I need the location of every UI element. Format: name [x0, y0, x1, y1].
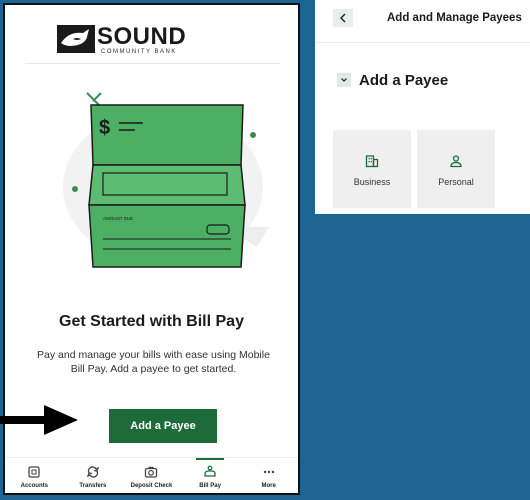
- orca-logo-icon: [57, 25, 95, 53]
- chevron-down-icon: [341, 78, 347, 82]
- check-dollar-sign: $: [99, 117, 110, 139]
- header-divider: [315, 42, 530, 43]
- page-title: Add and Manage Payees: [387, 12, 522, 24]
- tab-label-accounts: Accounts: [20, 483, 48, 489]
- add-payee-button[interactable]: Add a Payee: [109, 409, 217, 443]
- add-manage-payees-panel: Add and Manage Payees Add a Payee Busine…: [315, 0, 530, 214]
- check-amount-label: AMOUNT DUE: [103, 216, 133, 221]
- arrow-pointer-icon: [0, 405, 78, 435]
- payee-type-business[interactable]: Business: [333, 130, 411, 208]
- collapse-section-button[interactable]: [337, 73, 351, 87]
- bank-name: SOUND: [97, 23, 187, 50]
- tab-label-deposit-check: Deposit Check: [130, 483, 173, 489]
- bill-pay-illustration: $ AMOUNT DUE: [63, 92, 269, 268]
- tab-bill-pay[interactable]: Bill Pay: [182, 458, 238, 489]
- bank-subtitle: COMMUNITY BANK: [101, 49, 177, 55]
- tile-label-personal: Personal: [438, 177, 474, 187]
- building-icon: [365, 155, 379, 168]
- person-icon: [450, 155, 462, 168]
- payee-type-personal[interactable]: Personal: [417, 130, 495, 208]
- more-icon: [263, 470, 274, 474]
- bottom-tab-bar: Accounts Transfers Deposit Check Bill Pa…: [5, 457, 298, 493]
- back-button[interactable]: [333, 9, 353, 27]
- tab-label-more: More: [261, 483, 276, 489]
- tab-transfers[interactable]: Transfers: [65, 458, 121, 489]
- onboarding-title: Get Started with Bill Pay: [59, 313, 244, 330]
- tab-label-bill-pay: Bill Pay: [199, 483, 221, 489]
- camera-icon: [145, 466, 158, 478]
- tab-accounts[interactable]: Accounts: [6, 458, 62, 489]
- section-title: Add a Payee: [359, 72, 449, 89]
- accounts-icon: [28, 466, 40, 478]
- onboarding-description: Pay and manage your bills with ease usin…: [37, 349, 270, 375]
- tab-deposit-check[interactable]: Deposit Check: [123, 458, 179, 489]
- chevron-left-icon: [340, 13, 346, 23]
- tab-label-transfers: Transfers: [79, 483, 107, 489]
- bank-logo: SOUND COMMUNITY BANK: [5, 19, 298, 61]
- header-divider: [25, 63, 280, 64]
- bill-pay-icon: [204, 465, 216, 477]
- tab-more[interactable]: More: [241, 458, 297, 489]
- transfers-icon: [86, 466, 100, 478]
- tile-label-business: Business: [353, 177, 391, 187]
